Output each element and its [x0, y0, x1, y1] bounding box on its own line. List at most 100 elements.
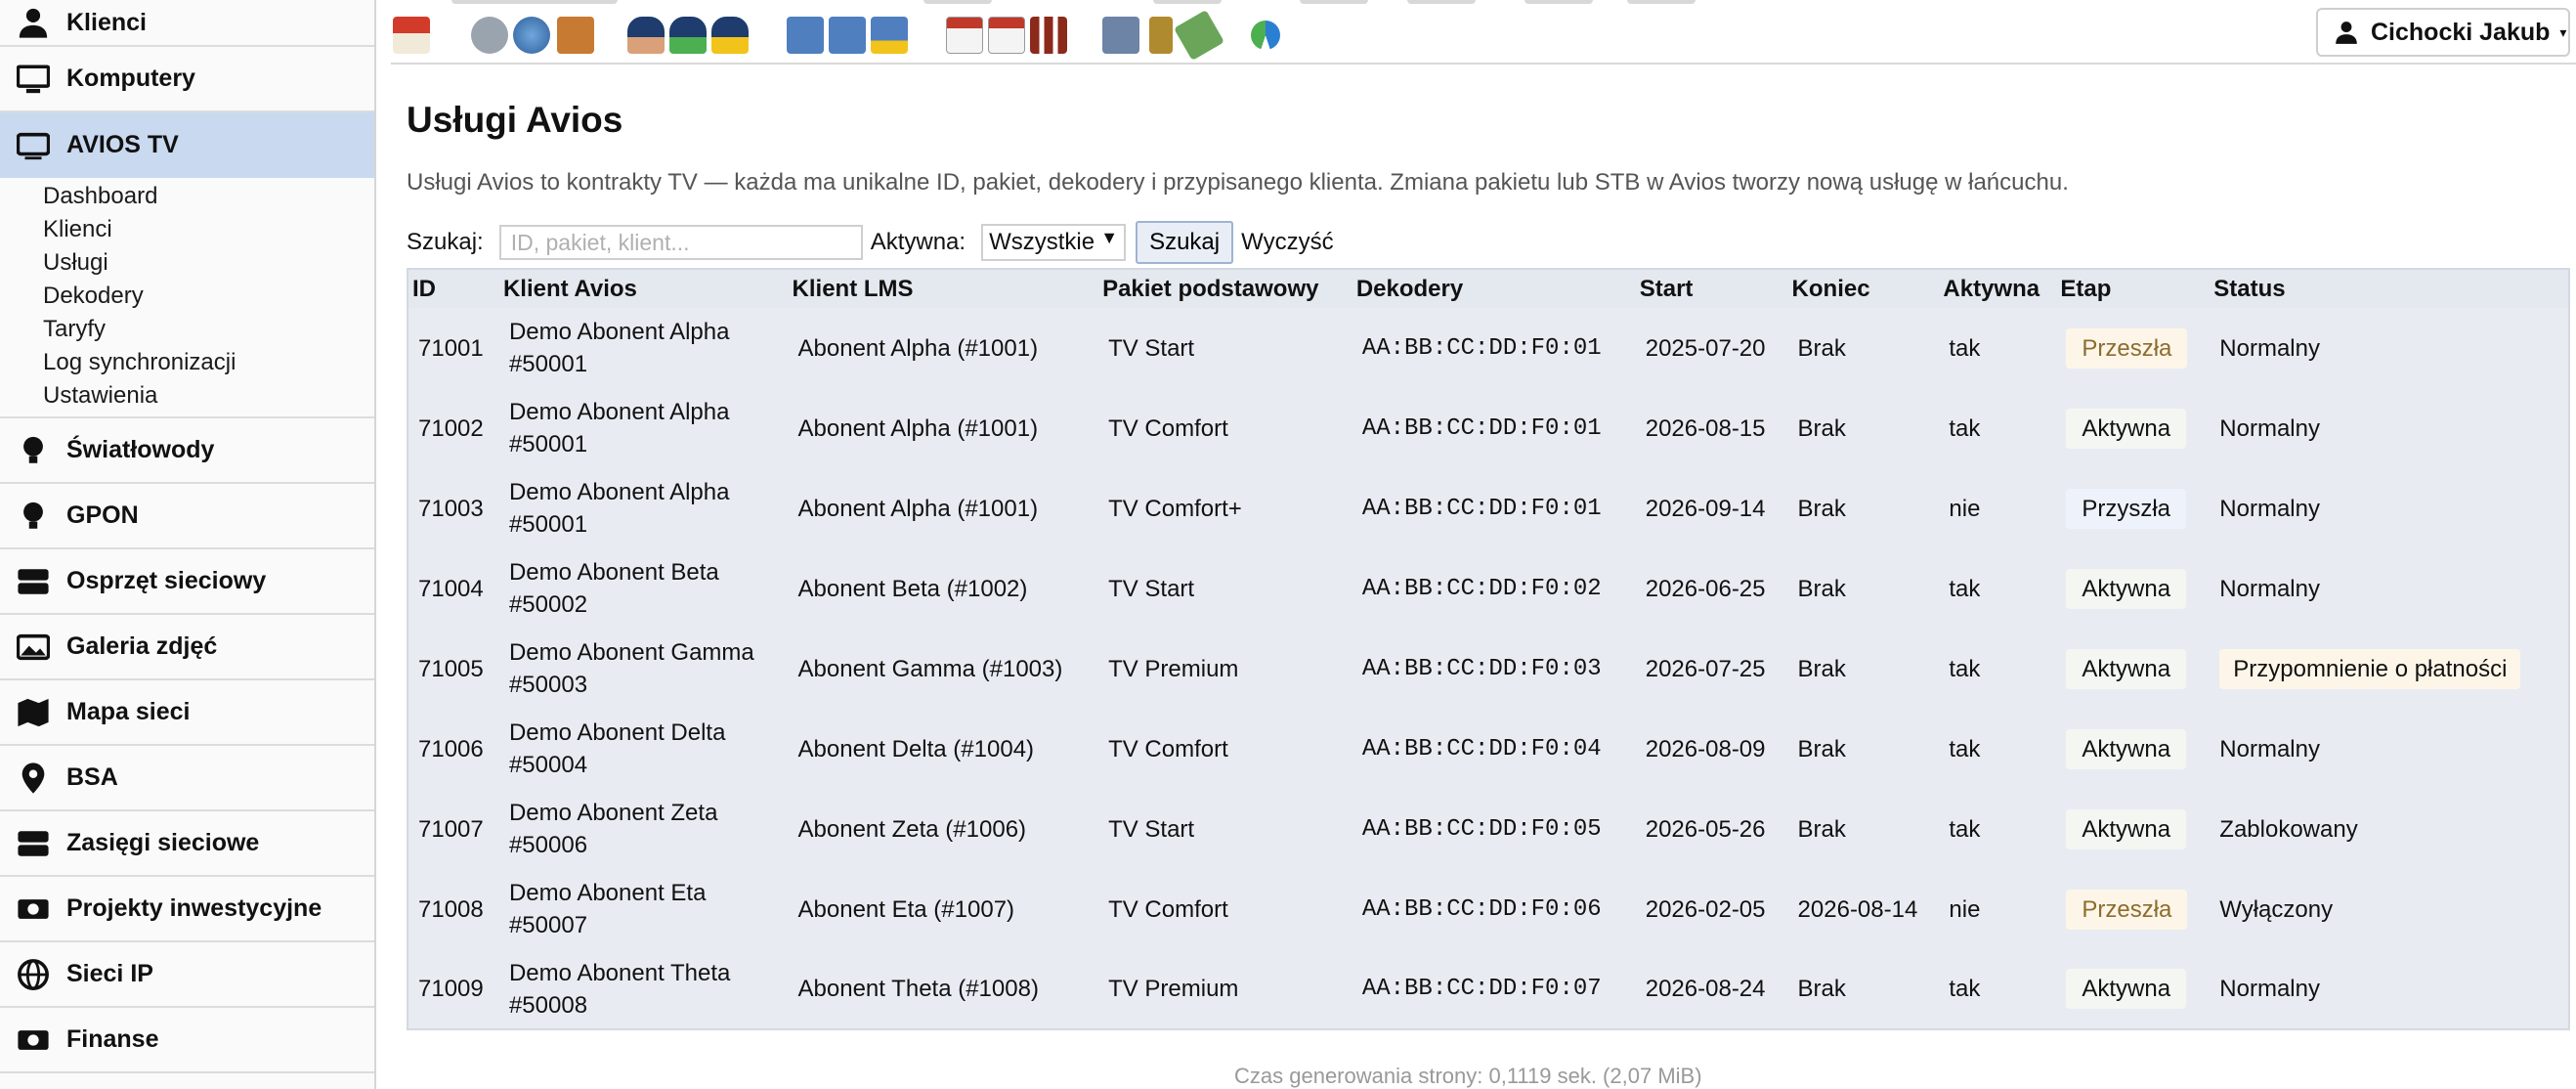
- sidebar-item-komputery[interactable]: Komputery: [0, 47, 374, 112]
- sidebar-item-label: Sieci IP: [66, 960, 153, 987]
- add-calendar-icon[interactable]: [988, 17, 1025, 54]
- user-menu-button[interactable]: Cichocki Jakub ▾: [2316, 8, 2570, 57]
- table-row[interactable]: 71002 Demo Abonent Alpha #50001 Abonent Alp…: [408, 388, 2569, 468]
- sidebar-item-zasiegi[interactable]: Zasięgi sieciowe: [0, 811, 374, 877]
- refresh-icon[interactable]: [1251, 21, 1280, 50]
- service-id[interactable]: 71004: [408, 548, 499, 629]
- cash-icon[interactable]: [1174, 10, 1224, 61]
- table-row[interactable]: 71005 Demo Abonent Gamma #50003 Abonent Gam…: [408, 629, 2569, 709]
- lms-client[interactable]: Abonent Theta (#1008): [789, 949, 1099, 1029]
- stats-icon[interactable]: [1030, 17, 1067, 54]
- table-row[interactable]: 71001 Demo Abonent Alpha #50001 Abonent Alp…: [408, 308, 2569, 388]
- service-id[interactable]: 71001: [408, 308, 499, 388]
- package-icon[interactable]: [557, 17, 594, 54]
- submenu-klienci[interactable]: Klienci: [43, 213, 374, 246]
- lms-client[interactable]: Abonent Eta (#1007): [789, 869, 1099, 949]
- sidebar-item-klienci[interactable]: Klienci: [0, 0, 374, 47]
- decoder-mac: AA:BB:CC:DD:F0:01: [1361, 414, 1602, 442]
- search-input[interactable]: [498, 225, 863, 260]
- table-icon[interactable]: [1102, 17, 1139, 54]
- base-package: TV Premium: [1108, 976, 1239, 1002]
- submenu-dashboard[interactable]: Dashboard: [43, 180, 374, 213]
- stage-badge: Aktywna: [2066, 648, 2187, 689]
- avios-client-cell[interactable]: Demo Abonent Delta #50004: [499, 709, 789, 789]
- sidebar-item-finanse[interactable]: Finanse: [0, 1008, 374, 1073]
- sidebar-item-bsa[interactable]: BSA: [0, 746, 374, 811]
- avios-client-cell[interactable]: Demo Abonent Gamma #50003: [499, 629, 789, 709]
- sidebar-item-osprzet[interactable]: Osprzęt sieciowy: [0, 549, 374, 615]
- sidebar-item-mapa[interactable]: Mapa sieci: [0, 680, 374, 746]
- decoder-mac: AA:BB:CC:DD:F0:01: [1361, 334, 1602, 362]
- status-badge: Przypomnienie o płatności: [2219, 648, 2521, 689]
- table-row[interactable]: 71008 Demo Abonent Eta #50007 Abonent Eta (…: [408, 869, 2569, 949]
- user-warning-icon[interactable]: [711, 17, 749, 54]
- avios-client-cell[interactable]: Demo Abonent Alpha #50001: [499, 468, 789, 548]
- service-id[interactable]: 71009: [408, 949, 499, 1029]
- add-computer-icon[interactable]: [829, 17, 866, 54]
- sidebar-item-avios-tv[interactable]: AVIOS TV: [0, 112, 374, 178]
- submenu-ustawienia[interactable]: Ustawienia: [43, 379, 374, 413]
- computer-warning-icon[interactable]: [871, 17, 908, 54]
- search-button[interactable]: Szukaj: [1136, 221, 1234, 264]
- avios-client-cell[interactable]: Demo Abonent Theta #50008: [499, 949, 789, 1029]
- table-row[interactable]: 71006 Demo Abonent Delta #50004 Abonent Del…: [408, 709, 2569, 789]
- lms-client[interactable]: Abonent Zeta (#1006): [789, 789, 1099, 869]
- submenu-dekodery[interactable]: Dekodery: [43, 280, 374, 313]
- avios-client-cell[interactable]: Demo Abonent Alpha #50001: [499, 388, 789, 468]
- home-icon[interactable]: [393, 17, 430, 54]
- computers-icon[interactable]: [787, 17, 824, 54]
- sidebar-item-gpon[interactable]: GPON: [0, 484, 374, 549]
- lms-client[interactable]: Abonent Alpha (#1001): [789, 388, 1099, 468]
- table-row[interactable]: 71009 Demo Abonent Theta #50008 Abonent The…: [408, 949, 2569, 1029]
- column-header[interactable]: Status: [2210, 269, 2569, 308]
- lms-client[interactable]: Abonent Alpha (#1001): [789, 468, 1099, 548]
- table-row[interactable]: 71007 Demo Abonent Zeta #50006 Abonent Zeta…: [408, 789, 2569, 869]
- submenu-uslugi[interactable]: Usługi: [43, 246, 374, 280]
- column-header[interactable]: ID: [408, 269, 499, 308]
- avios-client-id: #50001: [508, 511, 588, 538]
- submenu-log-synchronizacji[interactable]: Log synchronizacji: [43, 346, 374, 379]
- lms-client[interactable]: Abonent Alpha (#1001): [789, 308, 1099, 388]
- avios-client-cell[interactable]: Demo Abonent Zeta #50006: [499, 789, 789, 869]
- lms-client[interactable]: Abonent Beta (#1002): [789, 548, 1099, 629]
- calendar-icon[interactable]: [946, 17, 983, 54]
- submenu-taryfy[interactable]: Taryfy: [43, 313, 374, 346]
- users-icon[interactable]: [627, 17, 665, 54]
- column-header[interactable]: Etap: [2056, 269, 2211, 308]
- active-filter-select[interactable]: Wszystkie ▼: [981, 224, 1127, 261]
- money-stack-icon[interactable]: [1149, 17, 1173, 54]
- column-header[interactable]: Klient LMS: [788, 269, 1099, 308]
- clear-link[interactable]: Wyczyść: [1241, 229, 1333, 256]
- column-header[interactable]: Pakiet podstawowy: [1098, 269, 1352, 308]
- stage-cell: Aktywna: [2056, 789, 2210, 869]
- sidebar-item-sieci-ip[interactable]: Sieci IP: [0, 942, 374, 1008]
- lms-client[interactable]: Abonent Delta (#1004): [789, 709, 1099, 789]
- service-id[interactable]: 71008: [408, 869, 499, 949]
- service-id[interactable]: 71002: [408, 388, 499, 468]
- add-network-icon[interactable]: [471, 17, 508, 54]
- sidebar-item-swiatlowody[interactable]: Światłowody: [0, 418, 374, 484]
- service-id[interactable]: 71006: [408, 709, 499, 789]
- globe-icon[interactable]: [513, 17, 550, 54]
- page-title: Usługi Avios: [407, 100, 623, 140]
- service-id[interactable]: 71005: [408, 629, 499, 709]
- column-header[interactable]: Koniec: [1787, 269, 1940, 308]
- avios-client-cell[interactable]: Demo Abonent Alpha #50001: [499, 308, 789, 388]
- table-row[interactable]: 71004 Demo Abonent Beta #50002 Abonent Beta…: [408, 548, 2569, 629]
- avios-client-cell[interactable]: Demo Abonent Eta #50007: [499, 869, 789, 949]
- column-header[interactable]: Aktywna: [1939, 269, 2057, 308]
- user-icon: [2336, 22, 2357, 44]
- table-row[interactable]: 71003 Demo Abonent Alpha #50001 Abonent Alp…: [408, 468, 2569, 548]
- lms-client[interactable]: Abonent Gamma (#1003): [789, 629, 1099, 709]
- add-user-icon[interactable]: [669, 17, 707, 54]
- avios-client-cell[interactable]: Demo Abonent Beta #50002: [499, 548, 789, 629]
- column-header[interactable]: Start: [1635, 269, 1788, 308]
- service-id[interactable]: 71003: [408, 468, 499, 548]
- sidebar-item-galeria[interactable]: Galeria zdjęć: [0, 615, 374, 680]
- column-header[interactable]: Dekodery: [1352, 269, 1636, 308]
- map-pin-icon: [16, 761, 51, 796]
- service-id[interactable]: 71007: [408, 789, 499, 869]
- column-header[interactable]: Klient Avios: [498, 269, 789, 308]
- active-flag: tak: [1949, 976, 1981, 1002]
- sidebar-item-projekty[interactable]: Projekty inwestycyjne: [0, 877, 374, 942]
